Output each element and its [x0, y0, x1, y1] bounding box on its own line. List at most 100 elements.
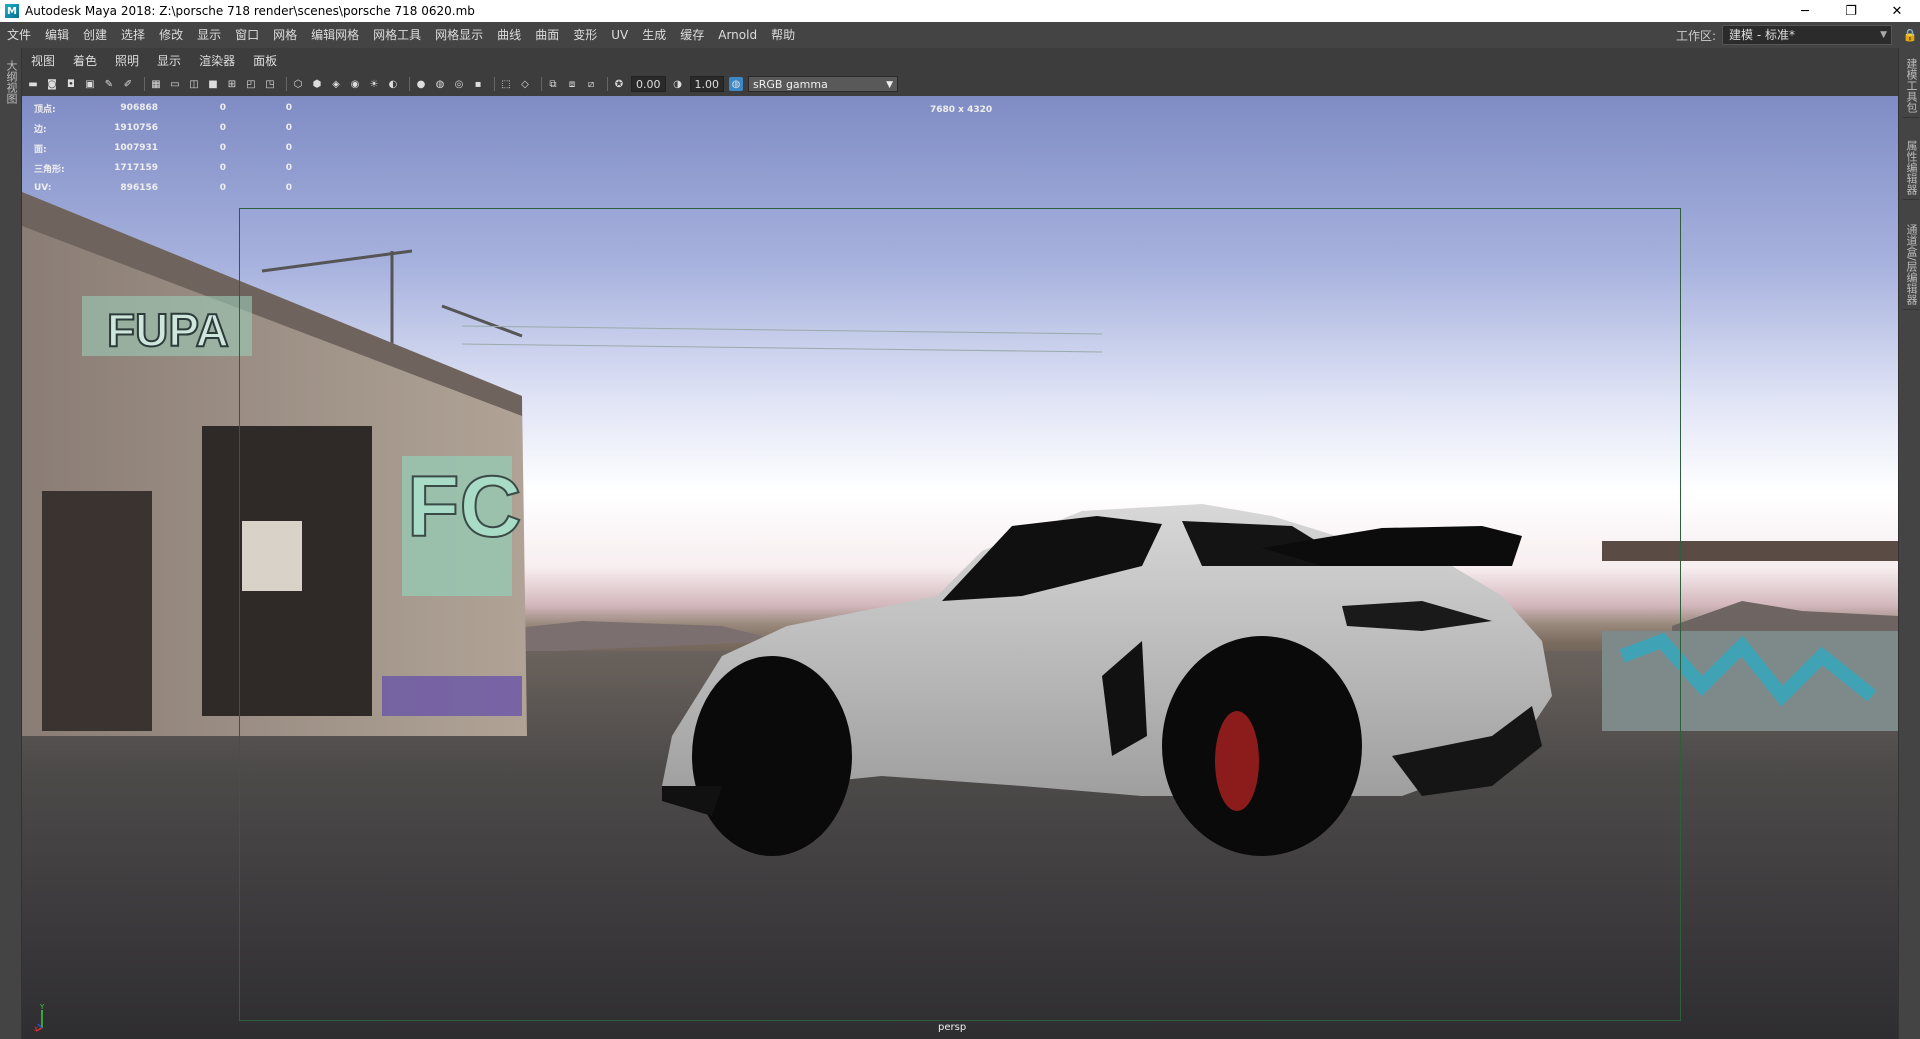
camera-attributes-icon[interactable]: ◙	[45, 77, 59, 91]
menu-curves[interactable]: 曲线	[490, 22, 528, 48]
menu-cache[interactable]: 缓存	[673, 22, 711, 48]
depth-of-field-icon[interactable]: ▪	[471, 77, 485, 91]
2d-pan-zoom-icon[interactable]: ✎	[102, 77, 116, 91]
hud-value: 0	[219, 183, 226, 193]
title-bar: M Autodesk Maya 2018: Z:\porsche 718 ren…	[0, 0, 1920, 22]
exposure-icon[interactable]: ✪	[612, 77, 626, 91]
menu-display[interactable]: 显示	[190, 22, 228, 48]
shadows-icon[interactable]: ◐	[386, 77, 400, 91]
hud-value: 0	[285, 123, 292, 133]
xray-components-icon[interactable]: ⧈	[565, 77, 579, 91]
chevron-down-icon: ▼	[886, 80, 893, 90]
panel-menu-show[interactable]: 显示	[148, 51, 190, 71]
attribute-editor-tab[interactable]: 属性编辑器	[1903, 140, 1919, 200]
use-all-lights-icon[interactable]: ☀	[367, 77, 381, 91]
gamma-icon[interactable]: ◑	[671, 77, 685, 91]
gamma-field[interactable]: 1.00	[689, 76, 724, 92]
hud-label: UV:	[34, 183, 52, 193]
panel-menu-shading[interactable]: 着色	[64, 51, 106, 71]
film-gate-icon[interactable]: ▭	[168, 77, 182, 91]
panel-menu-lighting[interactable]: 照明	[106, 51, 148, 71]
workspace-dropdown[interactable]: 建模 - 标准* ▼	[1722, 25, 1892, 45]
hud-row-vertices: 顶点: 906868 0 0	[34, 98, 292, 118]
panel-menu-renderer[interactable]: 渲染器	[190, 51, 244, 71]
axis-y-label: Y	[39, 1003, 45, 1011]
right-sidebar: 建模工具包 属性编辑器 通道盒/层编辑器	[1898, 48, 1920, 1039]
xray-icon[interactable]: ◇	[518, 77, 532, 91]
chevron-down-icon: ▼	[1880, 30, 1887, 40]
menu-surfaces[interactable]: 曲面	[528, 22, 566, 48]
menu-select[interactable]: 选择	[114, 22, 152, 48]
isolate-select-icon[interactable]: ⬚	[499, 77, 513, 91]
channel-box-tab[interactable]: 通道盒/层编辑器	[1903, 224, 1919, 310]
outliner-tab[interactable]: 大纲视图	[3, 60, 19, 104]
perspective-viewport[interactable]: FUPA FC 顶点: 906868 0 0 边: 1910756 0 0 面:…	[22, 96, 1898, 1039]
menu-help[interactable]: 帮助	[764, 22, 802, 48]
minimize-button[interactable]: ─	[1782, 0, 1828, 22]
exposure-field[interactable]: 0.00	[631, 76, 666, 92]
hud-value: 1910756	[114, 123, 158, 133]
hud-value: 0	[285, 183, 292, 193]
field-chart-icon[interactable]: ⊞	[225, 77, 239, 91]
hud-label: 边:	[34, 124, 47, 135]
menu-edit[interactable]: 编辑	[38, 22, 76, 48]
image-plane-icon[interactable]: ▣	[83, 77, 97, 91]
menu-generate[interactable]: 生成	[635, 22, 673, 48]
menu-uv[interactable]: UV	[604, 22, 635, 48]
smooth-shade-icon[interactable]: ⬢	[310, 77, 324, 91]
gate-mask-icon[interactable]: ■	[206, 77, 220, 91]
main-menu-bar: 文件 编辑 创建 选择 修改 显示 窗口 网格 编辑网格 网格工具 网格显示 曲…	[0, 22, 1920, 48]
hud-label: 面:	[34, 144, 47, 155]
hud-row-faces: 面: 1007931 0 0	[34, 138, 292, 158]
toolbar-divider	[409, 77, 410, 91]
axis-gizmo-icon: Y X	[34, 1003, 45, 1032]
hud-label: 顶点:	[34, 104, 56, 115]
hud-value: 906868	[120, 103, 158, 113]
modeling-toolkit-tab[interactable]: 建模工具包	[1903, 58, 1919, 118]
view-transform-value: sRGB gamma	[753, 78, 828, 91]
menu-modify[interactable]: 修改	[152, 22, 190, 48]
resolution-gate-icon[interactable]: ◫	[187, 77, 201, 91]
grid-icon[interactable]: ▦	[149, 77, 163, 91]
menu-deform[interactable]: 变形	[566, 22, 604, 48]
menu-mesh-tools[interactable]: 网格工具	[366, 22, 428, 48]
menu-mesh-display[interactable]: 网格显示	[428, 22, 490, 48]
wireframe-on-shaded-icon[interactable]: ◈	[329, 77, 343, 91]
motion-blur-icon[interactable]: ◍	[433, 77, 447, 91]
safe-title-icon[interactable]: ◳	[263, 77, 277, 91]
grease-pencil-icon[interactable]: ✐	[121, 77, 135, 91]
textured-icon[interactable]: ◉	[348, 77, 362, 91]
color-management-icon[interactable]: ◍	[729, 77, 743, 91]
graffiti-text-fupa: FUPA	[107, 304, 229, 356]
lock-icon[interactable]: 🔒	[1900, 28, 1920, 42]
bookmark-icon[interactable]: ◘	[64, 77, 78, 91]
menu-create[interactable]: 创建	[76, 22, 114, 48]
close-button[interactable]: ✕	[1874, 0, 1920, 22]
view-transform-dropdown[interactable]: sRGB gamma ▼	[748, 76, 898, 92]
menu-arnold[interactable]: Arnold	[711, 22, 764, 48]
safe-action-icon[interactable]: ◰	[244, 77, 258, 91]
toolbar-divider	[286, 77, 287, 91]
two-sided-lighting-icon[interactable]: ⧄	[584, 77, 598, 91]
ambient-occlusion-icon[interactable]: ●	[414, 77, 428, 91]
select-camera-icon[interactable]: ▬	[26, 77, 40, 91]
camera-name-label: persp	[938, 1022, 967, 1033]
poly-count-hud: 顶点: 906868 0 0 边: 1910756 0 0 面: 1007931…	[34, 98, 292, 198]
left-sidebar: 大纲视图	[0, 48, 22, 1039]
axis-x-label: X	[34, 1026, 38, 1032]
viewport-panel: 视图 着色 照明 显示 渲染器 面板 ▬ ◙ ◘ ▣ ✎ ✐ ▦ ▭ ◫ ■ ⊞…	[22, 48, 1898, 1039]
restore-button[interactable]: ❐	[1828, 0, 1874, 22]
xray-joints-icon[interactable]: ⧉	[546, 77, 560, 91]
workspace-value: 建模 - 标准*	[1729, 28, 1795, 42]
maya-logo-icon: M	[5, 4, 19, 18]
menu-windows[interactable]: 窗口	[228, 22, 266, 48]
wireframe-icon[interactable]: ⬡	[291, 77, 305, 91]
menu-mesh[interactable]: 网格	[266, 22, 304, 48]
hud-value: 0	[219, 103, 226, 113]
menu-file[interactable]: 文件	[0, 22, 38, 48]
anti-aliasing-icon[interactable]: ◎	[452, 77, 466, 91]
panel-menu-view[interactable]: 视图	[22, 51, 64, 71]
panel-menu-panels[interactable]: 面板	[244, 51, 286, 71]
menu-edit-mesh[interactable]: 编辑网格	[304, 22, 366, 48]
hud-row-edges: 边: 1910756 0 0	[34, 118, 292, 138]
